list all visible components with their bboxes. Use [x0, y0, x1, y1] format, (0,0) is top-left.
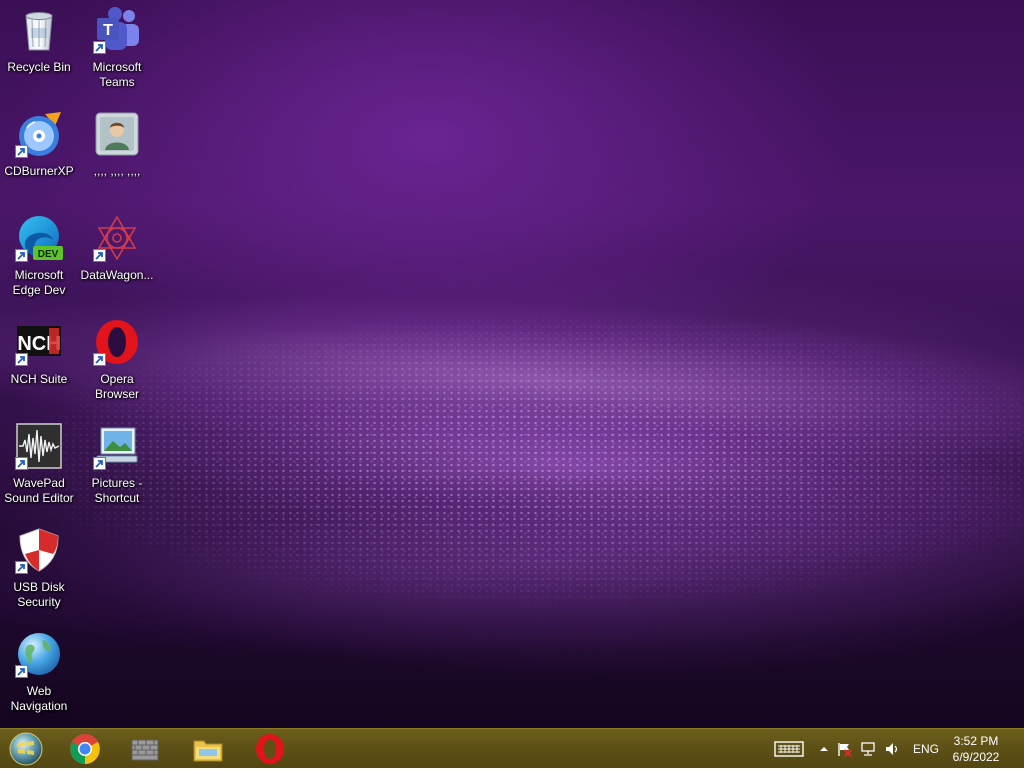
taskbar-app[interactable] — [121, 731, 169, 767]
desktop-icon-label: Web Navigation — [10, 684, 68, 713]
desktop-icon-microsoft-teams[interactable]: T Microsoft Teams — [79, 2, 155, 98]
desktop-wallpaper: Recycle Bin T Microsoft Teams CDBurnerXP… — [0, 0, 1024, 728]
action-center-flag-icon[interactable] — [835, 741, 853, 757]
desktop-icon-web-navigation[interactable]: Web Navigation — [1, 626, 77, 722]
desktop-icon-pictures-shortcut[interactable]: Pictures - Shortcut — [79, 418, 155, 514]
taskbar-file-explorer[interactable] — [184, 731, 232, 767]
network-icon[interactable] — [859, 741, 877, 757]
desktop-icon-label: NCH Suite — [10, 372, 68, 386]
shortcut-arrow-icon — [93, 249, 106, 262]
desktop-icon-datawagon[interactable]: DataWagon... — [79, 210, 155, 306]
system-tray: ENG — [774, 729, 939, 769]
desktop-icon-wavepad-sound-editor[interactable]: WavePad Sound Editor — [1, 418, 77, 514]
shortcut-arrow-icon — [15, 457, 28, 470]
desktop-icon-nch-suite[interactable]: NCH NCH Suite — [1, 314, 77, 410]
start-button[interactable] — [6, 731, 46, 767]
user-contact-icon — [95, 112, 139, 156]
desktop-icon-microsoft-edge-dev[interactable]: DEV Microsoft Edge Dev — [1, 210, 77, 306]
opera-icon — [256, 734, 284, 764]
folder-icon — [193, 740, 223, 762]
desktop-icon-label: Recycle Bin — [7, 60, 71, 74]
desktop-icon-label: CDBurnerXP — [4, 164, 74, 178]
shortcut-arrow-icon — [15, 145, 28, 158]
desktop-icon-label: WavePad Sound Editor — [4, 476, 74, 505]
desktop-icon-user-contact[interactable]: ,,,, ,,,, ,,,, — [79, 106, 155, 202]
shortcut-arrow-icon — [93, 457, 106, 470]
desktop-icon-label: Pictures - Shortcut — [91, 476, 143, 505]
volume-icon[interactable] — [883, 741, 901, 757]
desktop-icon-label: Microsoft Edge Dev — [12, 268, 66, 297]
taskbar: ENG 3:52 PM 6/9/2022 — [0, 728, 1024, 768]
desktop-icon-label: ,,,, ,,,, ,,,, — [93, 164, 141, 178]
shortcut-arrow-icon — [93, 41, 106, 54]
shortcut-arrow-icon — [15, 249, 28, 262]
desktop-icon-label: Opera Browser — [94, 372, 139, 401]
desktop-icon-label: USB Disk Security — [13, 580, 65, 609]
desktop-icon-label: DataWagon... — [80, 268, 154, 282]
taskbar-chrome[interactable] — [61, 731, 109, 767]
clock-date: 6/9/2022 — [952, 750, 1000, 764]
shortcut-arrow-icon — [15, 353, 28, 366]
start-orb-icon — [9, 732, 43, 766]
shortcut-arrow-icon — [15, 665, 28, 678]
recycle-bin-icon — [25, 12, 53, 51]
desktop-icon-label: Microsoft Teams — [92, 60, 142, 89]
shortcut-arrow-icon — [93, 353, 106, 366]
app-grid-icon — [131, 739, 159, 761]
desktop-icon-cdburnerxp[interactable]: CDBurnerXP — [1, 106, 77, 202]
clock-time: 3:52 PM — [953, 734, 999, 748]
svg-text:T: T — [103, 22, 113, 39]
language-indicator[interactable]: ENG — [913, 742, 939, 756]
chrome-icon — [70, 734, 100, 764]
touch-keyboard-icon[interactable] — [774, 740, 804, 758]
desktop-icon-recycle-bin[interactable]: Recycle Bin — [1, 2, 77, 98]
shortcut-arrow-icon — [15, 561, 28, 574]
clock[interactable]: 3:52 PM 6/9/2022 — [946, 733, 1006, 765]
svg-text:DEV: DEV — [38, 249, 59, 260]
desktop-icon-opera-browser[interactable]: Opera Browser — [79, 314, 155, 410]
show-hidden-icons-icon[interactable] — [817, 744, 831, 754]
taskbar-opera[interactable] — [246, 731, 294, 767]
desktop-icon-usb-disk-security[interactable]: USB Disk Security — [1, 522, 77, 618]
